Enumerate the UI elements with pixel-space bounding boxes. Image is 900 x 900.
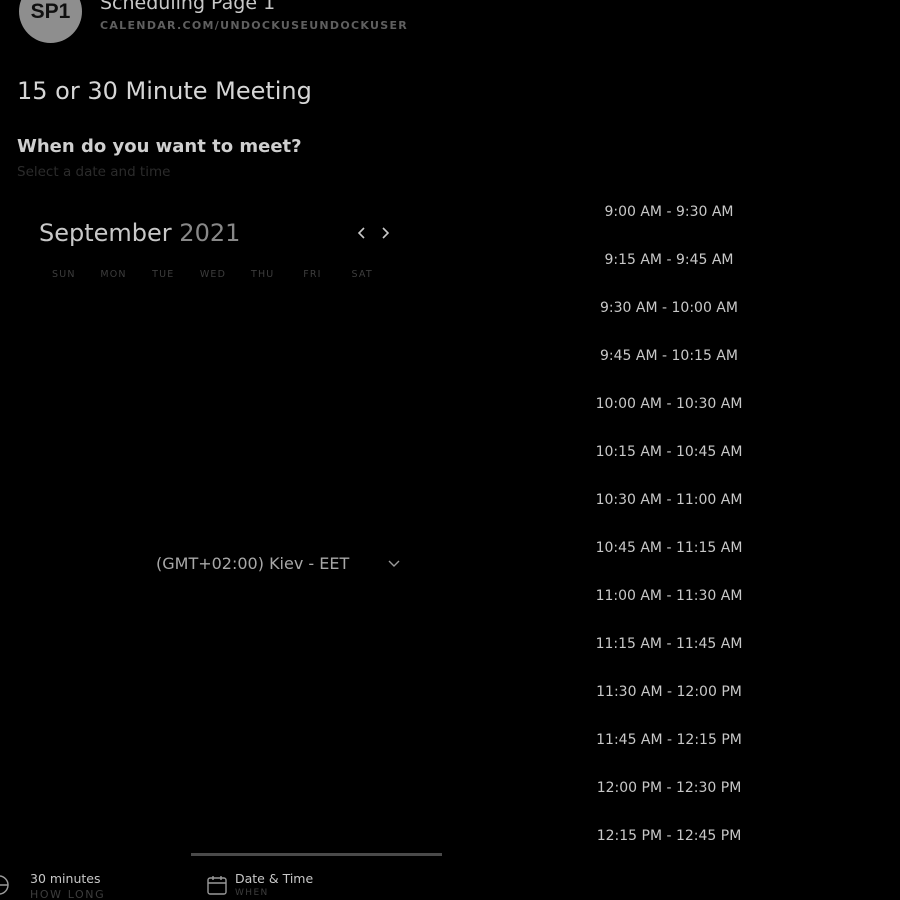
calendar-day[interactable] xyxy=(138,470,188,515)
calendar-day[interactable] xyxy=(337,380,387,425)
step-duration-title: 30 minutes xyxy=(30,871,101,886)
weekday-fri: FRI xyxy=(303,269,322,280)
time-slot-button[interactable]: 9:45 AM - 10:15 AM xyxy=(560,340,778,388)
step-bar: 30 minutes HOW LONG Date & Time WHEN xyxy=(0,852,900,900)
active-step-indicator xyxy=(191,853,442,856)
calendar-day[interactable] xyxy=(89,425,139,470)
step-date-time-title: Date & Time xyxy=(235,871,314,886)
calendar-day[interactable] xyxy=(238,380,288,425)
chevron-right-icon xyxy=(382,227,390,239)
calendar-day[interactable] xyxy=(288,335,338,380)
time-slot-button[interactable]: 10:30 AM - 11:00 AM xyxy=(560,484,778,532)
calendar-day[interactable] xyxy=(337,425,387,470)
calendar-day[interactable] xyxy=(188,470,238,515)
time-slot-button[interactable]: 9:00 AM - 9:30 AM xyxy=(560,196,778,244)
calendar-day[interactable] xyxy=(89,380,139,425)
time-slot-button[interactable]: 11:00 AM - 11:30 AM xyxy=(560,580,778,628)
weekday-wed: WED xyxy=(199,269,227,280)
time-slot-button[interactable]: 10:45 AM - 11:15 AM xyxy=(560,532,778,580)
question-heading: When do you want to meet? xyxy=(17,136,302,157)
calendar-day[interactable] xyxy=(337,290,387,335)
calendar-day[interactable] xyxy=(138,335,188,380)
weekday-sat: SAT xyxy=(351,269,373,280)
scheduling-page: SP1 Scheduling Page 1 CALENDAR.COM/UNDOC… xyxy=(0,0,900,900)
calendar-day-empty xyxy=(39,290,89,335)
year-label: 2021 xyxy=(179,219,241,247)
calendar-day[interactable] xyxy=(238,425,288,470)
calendar-day[interactable] xyxy=(138,380,188,425)
weekday-header: SUN MON TUE WED THU FRI SAT xyxy=(39,269,387,280)
calendar-icon xyxy=(207,876,227,895)
question-subtext: Select a date and time xyxy=(17,164,171,180)
time-slot-button[interactable]: 12:00 PM - 12:30 PM xyxy=(560,772,778,820)
avatar-initials: SP1 xyxy=(30,0,71,23)
chevron-down-icon xyxy=(388,560,400,567)
weekday-thu: THU xyxy=(250,269,275,280)
calendar-day[interactable] xyxy=(188,425,238,470)
time-slot-button[interactable]: 10:00 AM - 10:30 AM xyxy=(560,388,778,436)
calendar-day[interactable] xyxy=(188,335,238,380)
page-title: Scheduling Page 1 xyxy=(100,0,276,14)
timezone-select[interactable]: (GMT+02:00) Kiev - EET xyxy=(140,548,410,578)
weekday-sun: SUN xyxy=(52,269,76,280)
calendar-day[interactable] xyxy=(89,335,139,380)
calendar-day[interactable] xyxy=(39,425,89,470)
time-slot-button[interactable]: 9:30 AM - 10:00 AM xyxy=(560,292,778,340)
calendar-day[interactable] xyxy=(188,290,238,335)
next-month-button[interactable] xyxy=(375,222,395,244)
page-url: CALENDAR.COM/UNDOCKUSEUNDOCKUSER xyxy=(100,19,409,32)
calendar-day-empty xyxy=(138,290,188,335)
calendar-day[interactable] xyxy=(288,290,338,335)
timezone-value: (GMT+02:00) Kiev - EET xyxy=(156,553,350,573)
month-year-label: September 2021 xyxy=(39,219,240,247)
time-slot-button[interactable]: 11:30 AM - 12:00 PM xyxy=(560,676,778,724)
calendar-day[interactable] xyxy=(288,425,338,470)
calendar-day[interactable] xyxy=(288,380,338,425)
time-slot-button[interactable]: 10:15 AM - 10:45 AM xyxy=(560,436,778,484)
meeting-title: 15 or 30 Minute Meeting xyxy=(17,77,312,105)
chevron-left-icon xyxy=(357,227,365,239)
calendar-day[interactable] xyxy=(138,425,188,470)
time-slot-button[interactable]: 9:15 AM - 9:45 AM xyxy=(560,244,778,292)
weekday-mon: MON xyxy=(100,269,127,280)
calendar-day[interactable] xyxy=(337,335,387,380)
calendar-day[interactable] xyxy=(238,290,288,335)
calendar-day-empty xyxy=(89,290,139,335)
time-slot-button[interactable]: 11:45 AM - 12:15 PM xyxy=(560,724,778,772)
time-slot-list: 9:00 AM - 9:30 AM 9:15 AM - 9:45 AM 9:30 A… xyxy=(560,196,778,868)
calendar-day[interactable] xyxy=(238,470,288,515)
calendar-days-grid xyxy=(39,290,387,515)
clock-icon xyxy=(0,875,9,895)
step-duration-subtitle: HOW LONG xyxy=(30,888,106,900)
time-slot-button[interactable]: 11:15 AM - 11:45 AM xyxy=(560,628,778,676)
calendar-day[interactable] xyxy=(39,380,89,425)
avatar: SP1 xyxy=(19,0,82,43)
calendar-day[interactable] xyxy=(39,335,89,380)
calendar-day[interactable] xyxy=(89,470,139,515)
step-date-time-subtitle: WHEN xyxy=(235,888,269,898)
previous-month-button[interactable] xyxy=(352,222,372,244)
calendar-day[interactable] xyxy=(39,470,89,515)
weekday-tue: TUE xyxy=(152,269,175,280)
month-label: September xyxy=(39,219,172,247)
calendar-day[interactable] xyxy=(238,335,288,380)
calendar-day[interactable] xyxy=(188,380,238,425)
